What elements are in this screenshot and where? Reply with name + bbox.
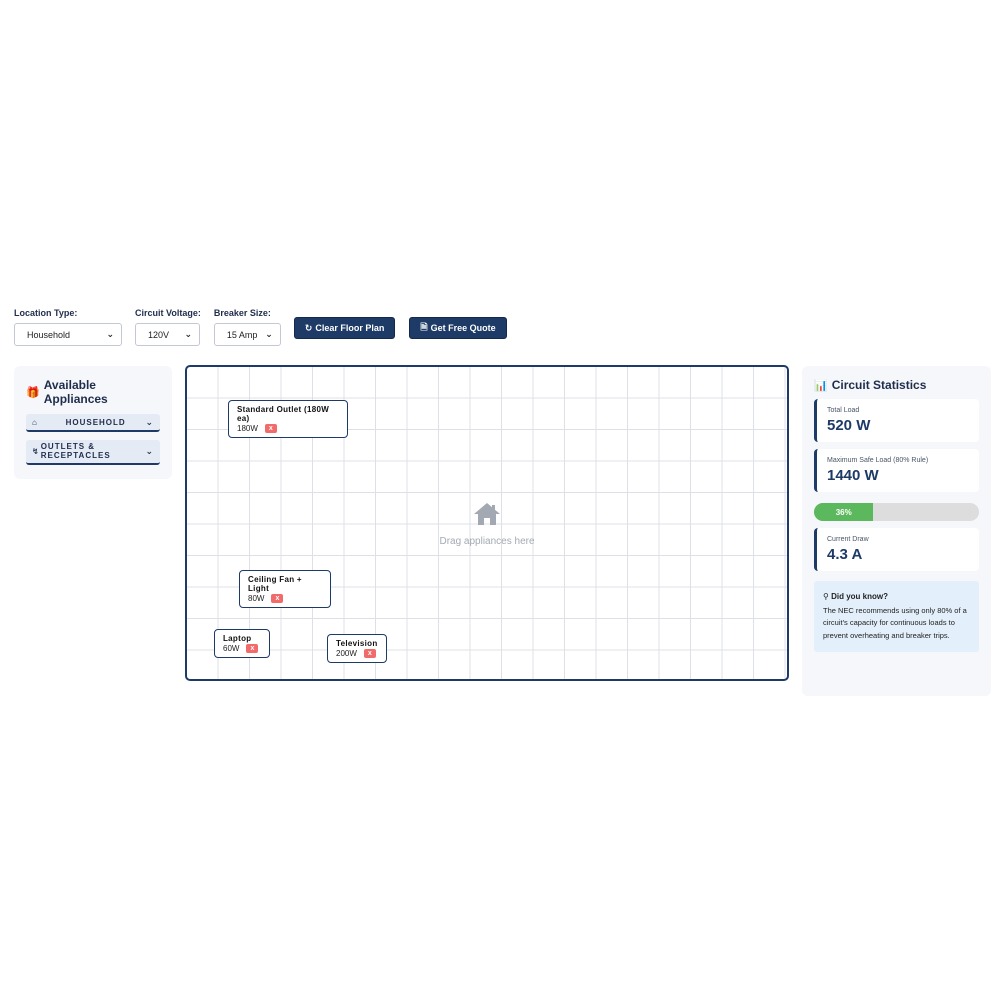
- location-type-select[interactable]: Household ⌄: [14, 323, 122, 346]
- total-load-card: Total Load 520 W: [814, 399, 979, 442]
- circuit-voltage-value: 120V: [148, 329, 170, 340]
- max-safe-load-label: Maximum Safe Load (80% Rule): [827, 457, 929, 464]
- circuit-voltage-control: Circuit Voltage: 120V ⌄: [135, 308, 201, 346]
- clear-floor-plan-label: Clear Floor Plan: [315, 323, 385, 333]
- appliance-name: Standard Outlet (180W ea): [237, 405, 330, 423]
- location-type-control: Location Type: Household ⌄: [14, 308, 122, 346]
- total-load-value: 520 W: [827, 417, 871, 434]
- lightbulb-icon: ⚲: [823, 592, 829, 601]
- remove-appliance-button[interactable]: x: [271, 594, 284, 603]
- breaker-size-select[interactable]: 15 Amp ⌄: [213, 323, 281, 346]
- circuit-statistics-panel: 📊 Circuit Statistics Total Load 520 W Ma…: [802, 366, 991, 696]
- bar-chart-icon: 📊: [814, 379, 828, 392]
- gift-icon: 🎁: [26, 386, 40, 399]
- location-type-value: Household: [27, 329, 71, 340]
- circuit-voltage-select[interactable]: 120V ⌄: [135, 323, 200, 346]
- current-draw-card: Current Draw 4.3 A: [814, 528, 979, 571]
- circuit-statistics-title: 📊 Circuit Statistics: [814, 378, 979, 392]
- circuit-voltage-label: Circuit Voltage:: [135, 308, 201, 318]
- placed-appliance-standard-outlet[interactable]: Standard Outlet (180W ea) 180W x: [228, 400, 348, 438]
- remove-appliance-button[interactable]: x: [363, 649, 376, 658]
- breaker-size-label: Breaker Size:: [213, 308, 271, 318]
- tip-title-text: Did you know?: [831, 592, 888, 601]
- get-free-quote-label: Get Free Quote: [430, 323, 496, 333]
- did-you-know-tip: ⚲ Did you know? The NEC recommends using…: [814, 581, 979, 652]
- chevron-down-icon: ⌄: [145, 416, 154, 427]
- get-free-quote-button[interactable]: 🗎 Get Free Quote: [409, 317, 507, 339]
- max-safe-load-value: 1440 W: [827, 467, 879, 484]
- placed-appliance-television[interactable]: Television 200W x: [327, 634, 387, 663]
- available-appliances-title-text: Available Appliances: [43, 378, 108, 406]
- placed-appliance-ceiling-fan[interactable]: Ceiling Fan + Light 80W x: [239, 570, 331, 608]
- dropzone-placeholder-text: Drag appliances here: [439, 536, 535, 547]
- category-household-label: HOUSEHOLD: [65, 417, 126, 427]
- chevron-down-icon: ⌄: [145, 446, 154, 456]
- category-outlets-label: OUTLETS & RECEPTACLES: [40, 441, 111, 460]
- floor-plan-dropzone[interactable]: Drag appliances here Standard Outlet (18…: [185, 365, 789, 681]
- available-appliances-panel: 🎁 Available Appliances ⌂ HOUSEHOLD ⌄ ↯ O…: [14, 366, 172, 479]
- chevron-down-icon: ⌄: [265, 329, 273, 339]
- appliance-watts: 200W: [336, 649, 357, 658]
- appliance-name: Laptop: [223, 634, 252, 643]
- current-draw-value: 4.3 A: [827, 546, 863, 563]
- appliance-name: Ceiling Fan + Light: [248, 575, 302, 593]
- placed-appliance-laptop[interactable]: Laptop 60W x: [214, 629, 270, 658]
- tip-text: The NEC recommends using only 80% of a c…: [823, 605, 967, 641]
- chevron-down-icon: ⌄: [106, 329, 114, 339]
- location-type-label: Location Type:: [14, 308, 78, 318]
- refresh-icon: ↻: [304, 322, 313, 333]
- plug-icon: ↯: [32, 447, 40, 456]
- total-load-label: Total Load: [827, 407, 860, 414]
- document-icon: 🗎: [420, 322, 428, 332]
- current-draw-label: Current Draw: [827, 536, 869, 543]
- clear-floor-plan-button[interactable]: ↻ Clear Floor Plan: [293, 317, 396, 339]
- remove-appliance-button[interactable]: x: [264, 424, 277, 433]
- dropzone-placeholder: Drag appliances here: [187, 502, 787, 547]
- load-progress-fill: 36%: [814, 503, 874, 521]
- available-appliances-title: 🎁 Available Appliances: [26, 378, 160, 406]
- category-outlets-receptacles[interactable]: ↯ OUTLETS & RECEPTACLES ⌄: [26, 440, 160, 465]
- appliance-watts: 60W: [223, 644, 240, 653]
- appliance-watts: 180W: [237, 424, 258, 433]
- load-progress-bar: 36%: [814, 503, 979, 521]
- max-safe-load-card: Maximum Safe Load (80% Rule) 1440 W: [814, 449, 979, 492]
- controls-bar: Location Type: Household ⌄ Circuit Volta…: [14, 308, 521, 346]
- breaker-size-value: 15 Amp: [226, 329, 258, 340]
- home-icon: ⌂: [32, 417, 38, 427]
- category-household[interactable]: ⌂ HOUSEHOLD ⌄: [26, 414, 160, 432]
- appliance-watts: 80W: [248, 594, 265, 603]
- tip-title: ⚲ Did you know?: [823, 590, 970, 604]
- breaker-size-control: Breaker Size: 15 Amp ⌄: [213, 308, 281, 346]
- house-icon: [474, 503, 500, 525]
- chevron-down-icon: ⌄: [184, 329, 192, 339]
- remove-appliance-button[interactable]: x: [246, 644, 259, 653]
- appliance-name: Television: [336, 639, 378, 648]
- circuit-statistics-title-text: Circuit Statistics: [831, 378, 927, 392]
